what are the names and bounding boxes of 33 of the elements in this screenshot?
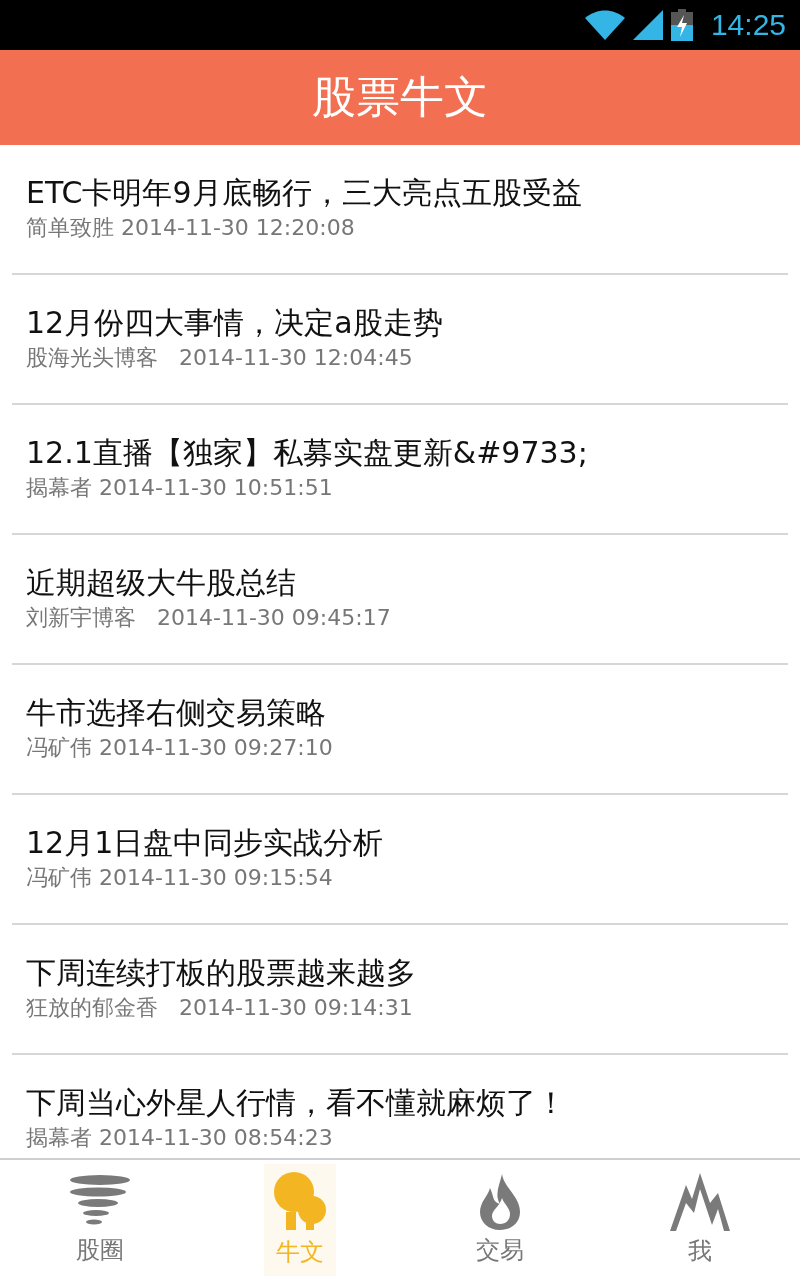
mountain-icon (670, 1173, 730, 1231)
article-title: 下周当心外星人行情，看不懂就麻烦了！ (26, 1084, 567, 1122)
article-title: 12.1直播【独家】私募实盘更新&#9733; (26, 434, 589, 472)
article-meta: 股海光头博客 2014-11-30 12:04:45 (26, 344, 414, 372)
article-row[interactable]: ETC卡明年9月底畅行，三大亮点五股受益 简单致胜 2014-11-30 12:20:08 (12, 145, 788, 275)
article-title: 牛市选择右侧交易策略 (26, 694, 327, 732)
nav-tab[interactable]: 股圈 (62, 1164, 138, 1276)
page-title: 股票牛文 (312, 70, 488, 124)
signal-icon (632, 10, 663, 40)
nav-tab[interactable]: 我 (664, 1164, 736, 1276)
flame-icon (478, 1174, 522, 1230)
article-row[interactable]: 12月份四大事情，决定a股走势 股海光头博客 2014-11-30 12:04:45 (12, 275, 788, 405)
article-title: 12月1日盘中同步实战分析 (26, 824, 385, 862)
status-time: 14:25 (710, 8, 786, 42)
nav-tab[interactable]: 交易 (470, 1164, 530, 1276)
article-title: 12月份四大事情，决定a股走势 (26, 304, 444, 342)
article-meta: 揭幕者 2014-11-30 08:54:23 (26, 1124, 334, 1152)
article-row[interactable]: 下周连续打板的股票越来越多 狂放的郁金香 2014-11-30 09:14:31 (12, 925, 788, 1055)
article-title: 下周连续打板的股票越来越多 (26, 954, 417, 992)
article-meta: 冯矿伟 2014-11-30 09:27:10 (26, 734, 334, 762)
article-meta: 狂放的郁金香 2014-11-30 09:14:31 (26, 994, 414, 1022)
article-title: 近期超级大牛股总结 (26, 564, 297, 602)
battery-icon (670, 9, 693, 41)
article-row[interactable]: 12月1日盘中同步实战分析 冯矿伟 2014-11-30 09:15:54 (12, 795, 788, 925)
article-title: ETC卡明年9月底畅行，三大亮点五股受益 (26, 174, 583, 212)
article-row[interactable]: 牛市选择右侧交易策略 冯矿伟 2014-11-30 09:27:10 (12, 665, 788, 795)
wifi-icon (584, 10, 625, 40)
article-meta: 刘新宇博客 2014-11-30 09:45:17 (26, 604, 392, 632)
article-row[interactable]: 近期超级大牛股总结 刘新宇博客 2014-11-30 09:45:17 (12, 535, 788, 665)
article-meta: 冯矿伟 2014-11-30 09:15:54 (26, 864, 334, 892)
article-meta: 简单致胜 2014-11-30 12:20:08 (26, 214, 356, 242)
article-row[interactable]: 12.1直播【独家】私募实盘更新&#9733; 揭幕者 2014-11-30 10:51:51 (12, 405, 788, 535)
article-meta: 揭幕者 2014-11-30 10:51:51 (26, 474, 334, 502)
